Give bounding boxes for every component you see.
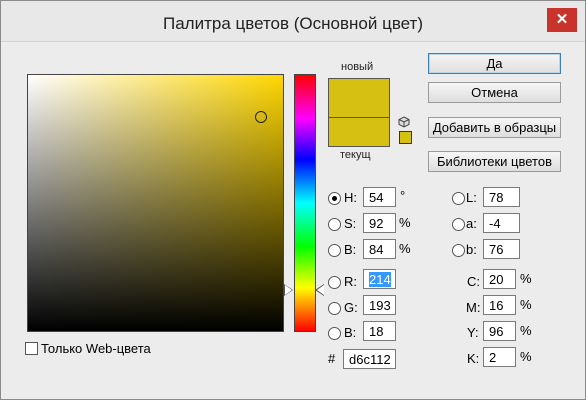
magenta-label: M:: [466, 300, 481, 315]
hue-slider[interactable]: [294, 74, 316, 332]
brightness-input[interactable]: 84: [363, 239, 396, 259]
brightness-unit: %: [399, 241, 411, 256]
hex-input[interactable]: d6c112: [343, 349, 396, 369]
radio-red[interactable]: [328, 276, 341, 289]
black-unit: %: [520, 349, 532, 364]
red-input-value: 214: [369, 272, 391, 287]
radio-lab-a[interactable]: [452, 218, 465, 231]
title-bar[interactable]: Палитра цветов (Основной цвет) ✕: [1, 1, 585, 42]
color-libraries-button[interactable]: Библиотеки цветов: [428, 151, 561, 172]
lab-a-label: a:: [466, 216, 477, 231]
new-color-label: новый: [341, 61, 374, 73]
yellow-unit: %: [520, 323, 532, 338]
add-to-swatches-button[interactable]: Добавить в образцы: [428, 117, 561, 138]
color-picker-dialog: Палитра цветов (Основной цвет) ✕ новый т…: [0, 0, 586, 400]
dialog-title: Палитра цветов (Основной цвет): [162, 14, 423, 33]
hue-slider-left-handle-fill: [285, 285, 292, 295]
brightness-label: B:: [344, 242, 357, 257]
hue-slider-right-handle-fill: [317, 285, 324, 295]
red-label: R:: [344, 274, 357, 289]
yellow-label: Y:: [467, 325, 479, 340]
new-color-swatch: [328, 78, 390, 118]
web-colors-only-checkbox[interactable]: [25, 342, 38, 355]
color-field-marker[interactable]: [255, 111, 267, 123]
yellow-input[interactable]: 96: [483, 321, 516, 341]
magenta-unit: %: [520, 297, 532, 312]
close-icon: ✕: [555, 11, 569, 28]
hex-label: #: [328, 351, 336, 366]
radio-hue[interactable]: [328, 192, 341, 205]
lab-a-input[interactable]: -4: [483, 213, 520, 233]
blue-input[interactable]: 18: [363, 321, 396, 341]
radio-saturation[interactable]: [328, 218, 341, 231]
web-colors-only-label: Только Web-цвета: [41, 341, 151, 356]
close-button[interactable]: ✕: [547, 8, 577, 32]
cyan-label: C:: [467, 274, 480, 289]
magenta-input[interactable]: 16: [483, 295, 516, 315]
green-input[interactable]: 193: [363, 295, 396, 315]
cube-icon[interactable]: [398, 116, 410, 128]
black-input[interactable]: 2: [483, 347, 516, 367]
radio-lab-b[interactable]: [452, 244, 465, 257]
blue-label: B:: [344, 325, 357, 340]
saturation-label: S:: [344, 216, 357, 231]
radio-brightness[interactable]: [328, 244, 341, 257]
red-input[interactable]: 214: [363, 269, 396, 289]
current-color-swatch[interactable]: [328, 117, 390, 147]
lab-b-input[interactable]: 76: [483, 239, 520, 259]
saturation-unit: %: [399, 215, 411, 230]
radio-lab-l[interactable]: [452, 192, 465, 205]
hue-unit: °: [400, 188, 406, 203]
cyan-unit: %: [520, 271, 532, 286]
black-label: K:: [467, 351, 480, 366]
saturation-input[interactable]: 92: [363, 213, 396, 233]
ok-button[interactable]: Да: [428, 53, 561, 74]
radio-blue[interactable]: [328, 327, 341, 340]
websafe-color-swatch[interactable]: [399, 131, 412, 144]
current-color-label: текущ: [340, 149, 371, 161]
color-field[interactable]: [27, 74, 284, 332]
lab-l-input[interactable]: 78: [483, 187, 520, 207]
cancel-button[interactable]: Отмена: [428, 82, 561, 103]
hue-input[interactable]: 54: [363, 187, 396, 207]
green-label: G:: [344, 300, 358, 315]
hue-label: H:: [344, 190, 357, 205]
cyan-input[interactable]: 20: [483, 269, 516, 289]
lab-b-label: b:: [466, 242, 477, 257]
radio-green[interactable]: [328, 302, 341, 315]
lab-l-label: L:: [466, 190, 477, 205]
